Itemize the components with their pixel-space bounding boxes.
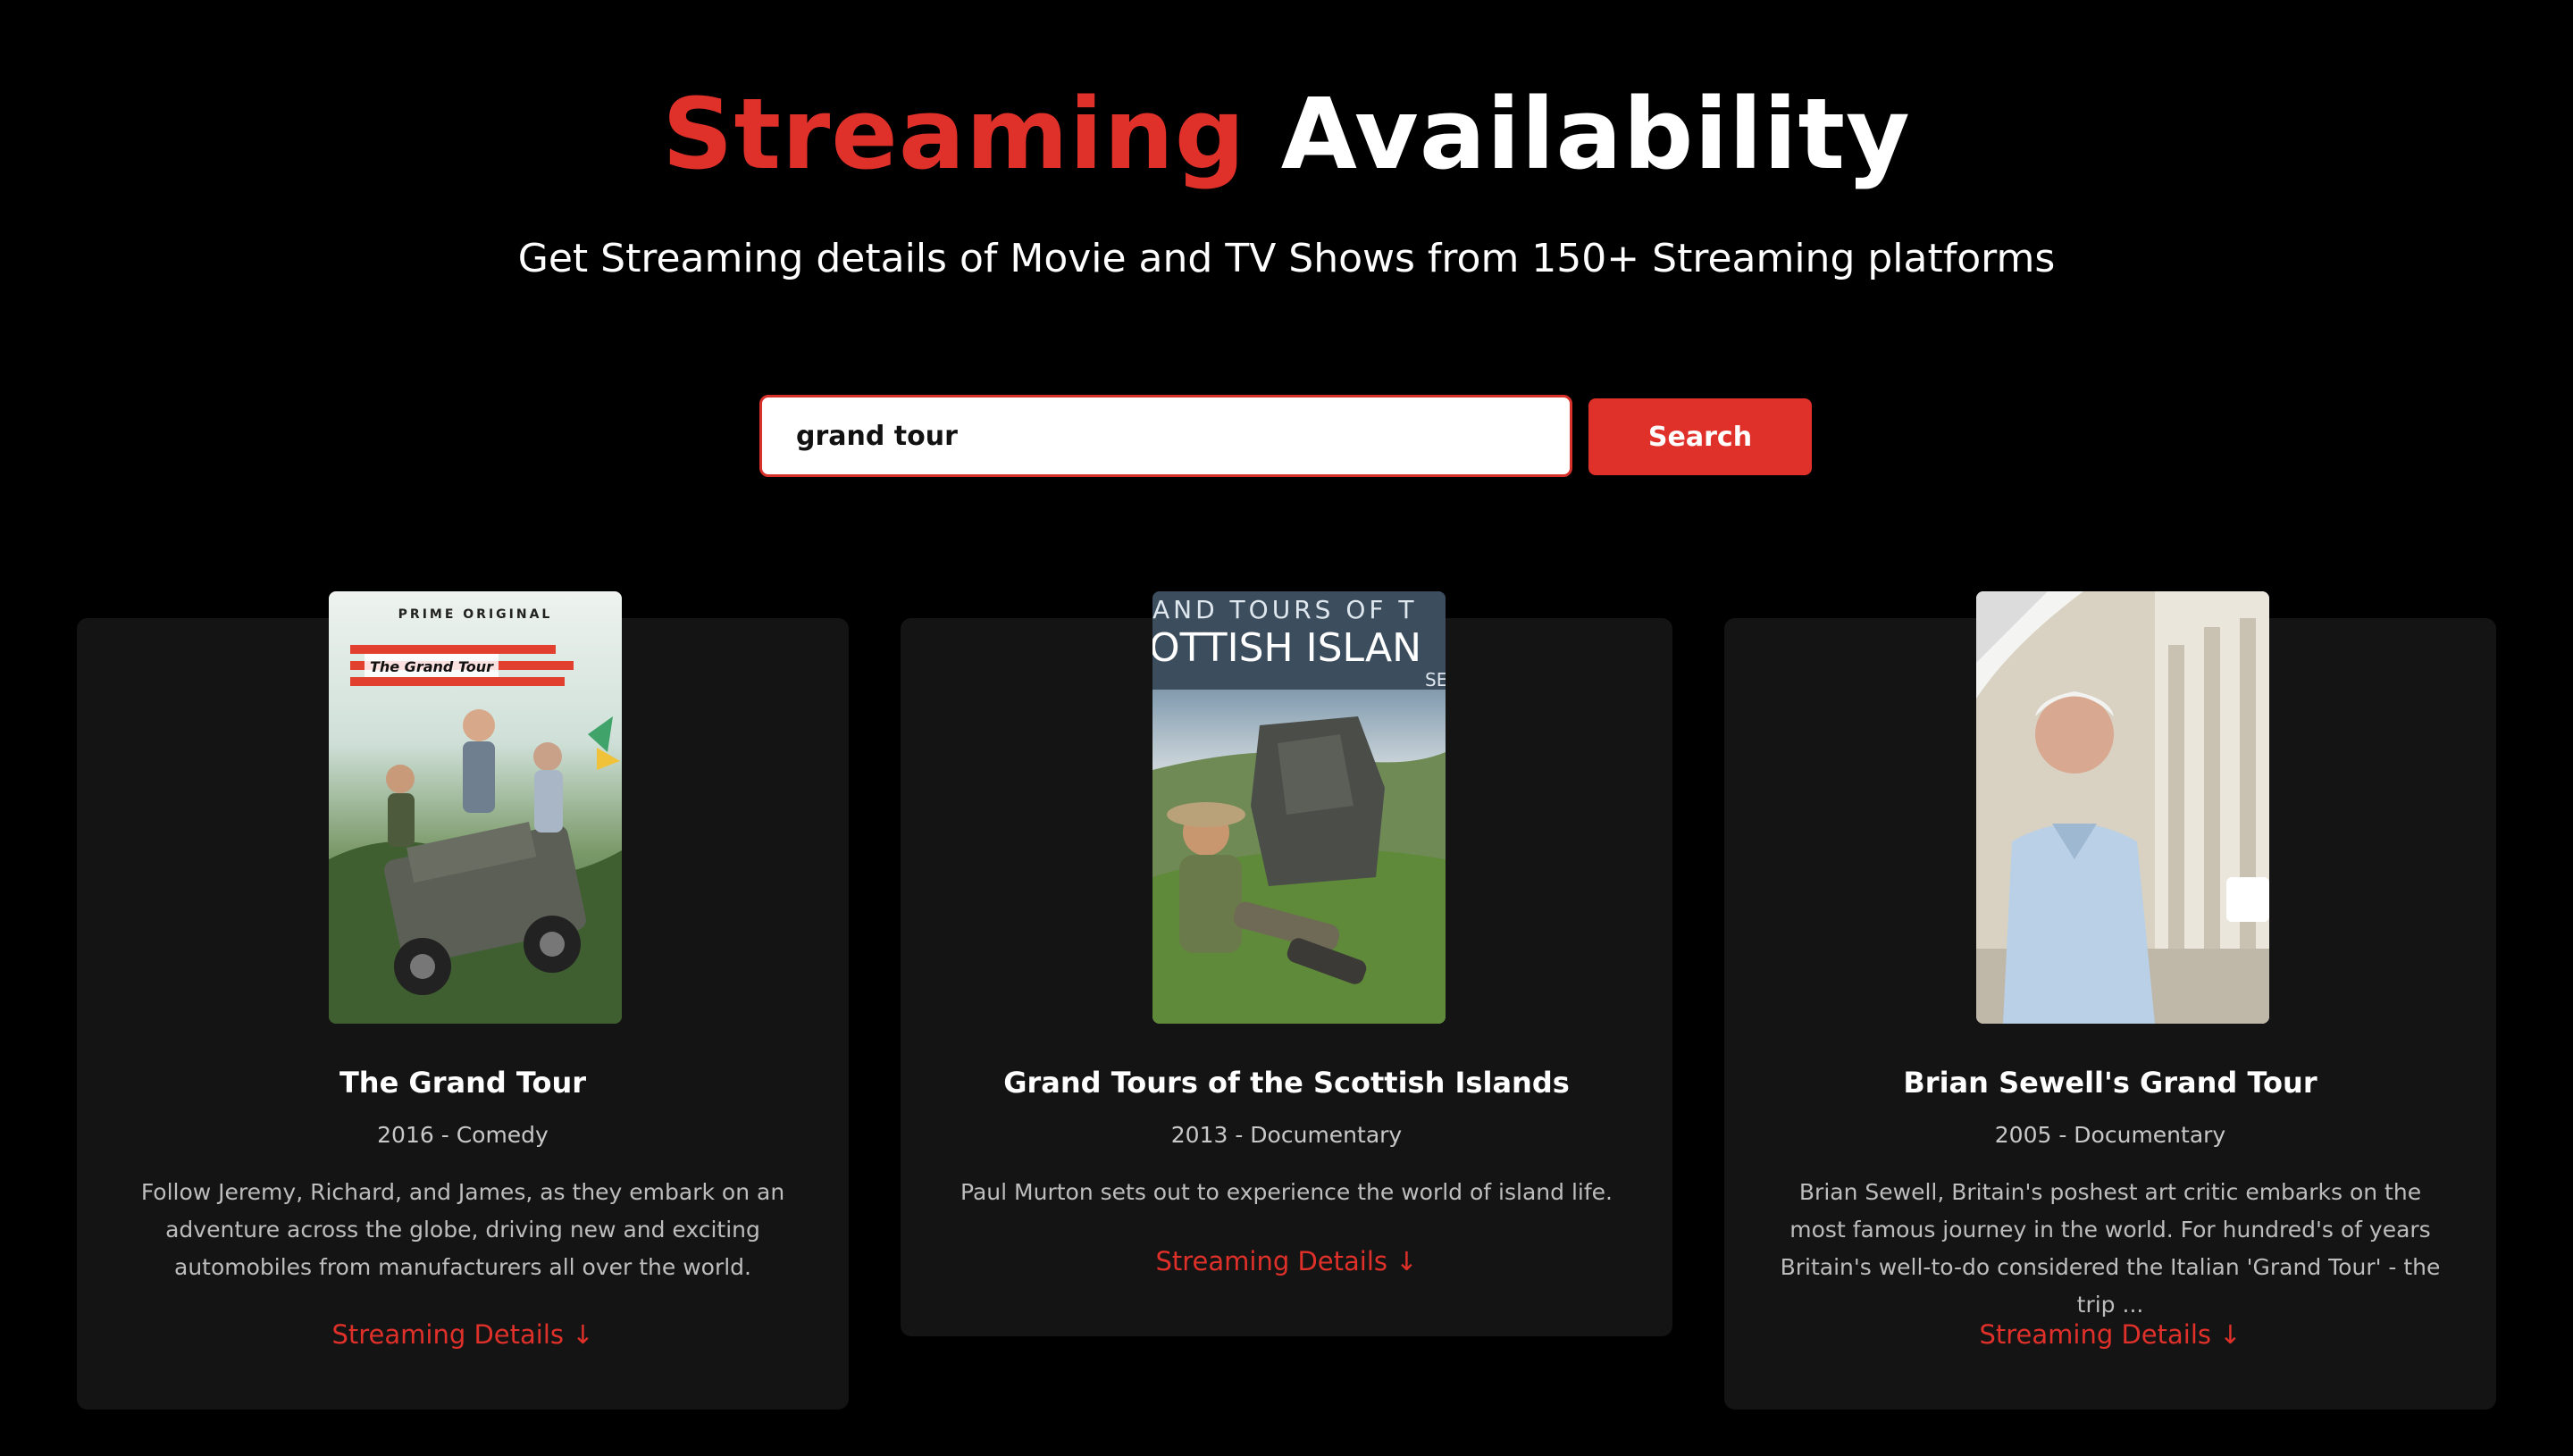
- title-accent: Streaming: [662, 77, 1246, 191]
- result-description: Follow Jeremy, Richard, and James, as th…: [140, 1179, 785, 1280]
- result-card: PRIME ORIGINAL The Grand Tour The Grand …: [77, 591, 849, 1410]
- streaming-details-link[interactable]: Streaming Details ↓: [901, 1243, 1672, 1279]
- page-subtitle: Get Streaming details of Movie and TV Sh…: [517, 236, 2056, 281]
- poster-text-line3: SE: [1425, 669, 1446, 690]
- result-title: Grand Tours of the Scottish Islands: [1003, 1066, 1570, 1100]
- poster-text-line2: OTTISH ISLAN: [1152, 625, 1421, 671]
- result-card: Brian Sewell's Grand Tour 2005 - Documen…: [1724, 591, 2496, 1410]
- poster-image[interactable]: AND TOURS OF T OTTISH ISLAN SE: [1152, 591, 1446, 1024]
- poster-scottish-islands-art: AND TOURS OF T OTTISH ISLAN SE: [1152, 591, 1446, 1024]
- result-card: AND TOURS OF T OTTISH ISLAN SE Grand Tou…: [901, 591, 1672, 1336]
- poster-image[interactable]: PRIME ORIGINAL The Grand Tour: [329, 591, 622, 1024]
- poster-top-text: PRIME ORIGINAL: [398, 607, 553, 622]
- poster-text-line1: AND TOURS OF T: [1152, 595, 1417, 624]
- search-bar: Search: [759, 395, 1814, 477]
- title-rest: Availability: [1245, 77, 1911, 191]
- result-meta: 2013 - Documentary: [1170, 1122, 1403, 1148]
- page-title: Streaming Availability: [0, 71, 2573, 197]
- poster-logo-text: The Grand Tour: [370, 658, 494, 675]
- streaming-details-link[interactable]: Streaming Details ↓: [1724, 1317, 2496, 1352]
- poster-grand-tour-art: PRIME ORIGINAL The Grand Tour: [329, 591, 622, 1024]
- results-grid: PRIME ORIGINAL The Grand Tour The Grand …: [77, 590, 2496, 1411]
- page-header: Streaming Availability Get Streaming det…: [0, 71, 2573, 284]
- streaming-details-link[interactable]: Streaming Details ↓: [77, 1317, 849, 1352]
- poster-brian-sewell-art: [1976, 591, 2269, 1024]
- result-title: Brian Sewell's Grand Tour: [1903, 1066, 2317, 1100]
- result-title: The Grand Tour: [339, 1066, 587, 1100]
- result-description: Brian Sewell, Britain's poshest art crit…: [1780, 1179, 2441, 1318]
- result-meta: 2016 - Comedy: [377, 1122, 549, 1148]
- search-button[interactable]: Search: [1588, 398, 1812, 475]
- search-input[interactable]: [759, 395, 1572, 477]
- result-description: Paul Murton sets out to experience the w…: [960, 1179, 1613, 1205]
- poster-image[interactable]: [1976, 591, 2269, 1024]
- result-meta: 2005 - Documentary: [1994, 1122, 2226, 1148]
